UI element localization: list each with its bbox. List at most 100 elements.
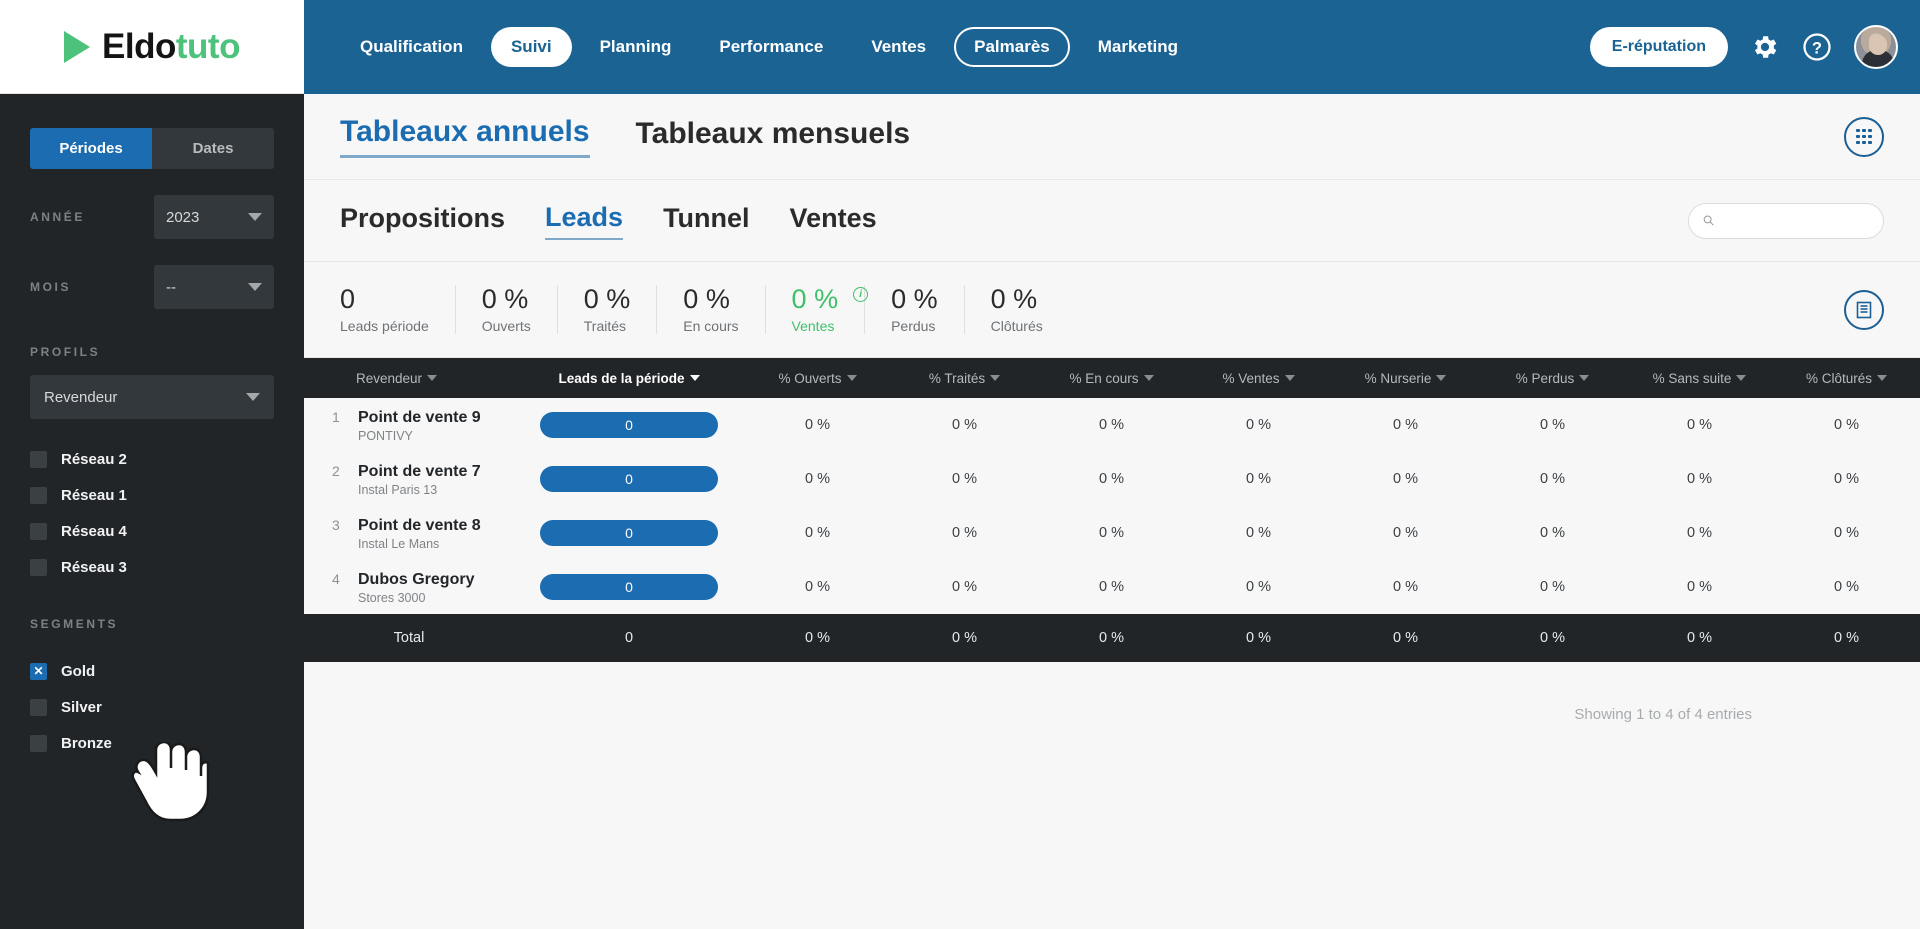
- sort-caret-icon: [1736, 374, 1747, 381]
- table-foot: Total 0 0 % 0 % 0 % 0 % 0 % 0 % 0 % 0 %: [304, 614, 1920, 662]
- kpi-value: 0 %: [481, 283, 529, 314]
- nav-item-marketing[interactable]: Marketing: [1078, 27, 1198, 67]
- cell-pct-ouverts: 0 %: [805, 471, 830, 487]
- row-name: Point de vente 9: [358, 408, 481, 426]
- table-header-row: Revendeur Leads de la période % Ouverts …: [304, 358, 1920, 398]
- th-pct-perdus[interactable]: % Perdus: [1479, 358, 1626, 398]
- th-label: % Traités: [928, 370, 986, 386]
- checkbox-box-checked[interactable]: ✕: [30, 662, 47, 680]
- cell-pct-ventes: 0 %: [1246, 471, 1271, 487]
- kpi-ouverts: 0 % Ouverts: [456, 283, 558, 335]
- tab-propositions[interactable]: Propositions: [340, 203, 505, 239]
- row-rank: 3: [332, 516, 340, 533]
- profil-select[interactable]: Revendeur: [30, 375, 274, 419]
- th-pct-clotures[interactable]: % Clôturés: [1773, 358, 1920, 398]
- nav-item-performance[interactable]: Performance: [699, 27, 843, 67]
- cell-pct-ventes: 0 %: [1246, 525, 1271, 541]
- search-input[interactable]: [1723, 213, 1869, 228]
- th-pct-ventes[interactable]: % Ventes: [1185, 358, 1332, 398]
- ereputation-button[interactable]: E-réputation: [1589, 27, 1728, 67]
- tab-tunnel[interactable]: Tunnel: [663, 203, 749, 239]
- kpi-label: Perdus: [891, 318, 936, 335]
- gear-icon[interactable]: [1750, 32, 1780, 62]
- cell-pct-sans-suite: 0 %: [1687, 579, 1712, 595]
- table-row[interactable]: 3 Point de vente 8 Instal Le Mans 0 0 % …: [304, 506, 1920, 560]
- tab-dates[interactable]: Dates: [152, 128, 274, 169]
- checkbox-box[interactable]: [30, 558, 47, 576]
- checkbox-box[interactable]: [30, 698, 47, 716]
- tab-tableaux-mensuels[interactable]: Tableaux mensuels: [636, 117, 911, 157]
- question-circle-icon[interactable]: ?: [1802, 32, 1832, 62]
- profil-value: Revendeur: [44, 388, 118, 406]
- user-avatar[interactable]: [1854, 25, 1898, 69]
- checkbox-reseau-3[interactable]: Réseau 3: [30, 549, 274, 585]
- cell-pct-ouverts: 0 %: [805, 525, 830, 541]
- checkbox-box[interactable]: [30, 522, 47, 540]
- cell-revendeur: 1 Point de vente 9 PONTIVY: [304, 398, 514, 452]
- table-row[interactable]: 4 Dubos Gregory Stores 3000 0 0 % 0 % 0 …: [304, 560, 1920, 614]
- cell-pct-clotures: 0 %: [1834, 525, 1859, 541]
- cell-pct-perdus: 0 %: [1540, 471, 1565, 487]
- sort-caret-icon: [427, 374, 438, 381]
- nav-item-ventes[interactable]: Ventes: [851, 27, 946, 67]
- th-pct-traites[interactable]: % Traités: [891, 358, 1038, 398]
- checkbox-reseau-4[interactable]: Réseau 4: [30, 513, 274, 549]
- checkbox-box[interactable]: [30, 450, 47, 468]
- checkbox-label: Bronze: [61, 734, 112, 752]
- sort-caret-icon: [1436, 374, 1447, 381]
- kpi-label: Ouverts: [481, 318, 531, 335]
- nav-item-qualification[interactable]: Qualification: [340, 27, 483, 67]
- cell-pct-en-cours: 0 %: [1099, 525, 1124, 541]
- nav-item-palmares[interactable]: Palmarès: [954, 27, 1070, 67]
- tab-ventes[interactable]: Ventes: [790, 203, 877, 239]
- kpi-value: 0 %: [583, 283, 631, 314]
- total-pct-clotures: 0 %: [1834, 630, 1859, 646]
- cell-pct-nurserie: 0 %: [1393, 471, 1418, 487]
- checkbox-box[interactable]: [30, 486, 47, 504]
- sidebar: Eldotuto Périodes Dates ANNÉE 2023 MOIS …: [0, 0, 304, 929]
- report-document-icon[interactable]: [1844, 289, 1884, 330]
- checkbox-reseau-1[interactable]: Réseau 1: [30, 477, 274, 513]
- total-pct-ventes: 0 %: [1246, 630, 1271, 646]
- cell-revendeur: 4 Dubos Gregory Stores 3000: [304, 560, 514, 614]
- th-pct-sans-suite[interactable]: % Sans suite: [1626, 358, 1773, 398]
- logo-text-primary: Eldo: [102, 26, 176, 66]
- search-box[interactable]: [1688, 202, 1884, 239]
- tab-periodes[interactable]: Périodes: [30, 128, 152, 169]
- logo-container[interactable]: Eldotuto: [0, 0, 304, 94]
- cell-pct-en-cours: 0 %: [1099, 417, 1124, 433]
- table-row[interactable]: 1 Point de vente 9 PONTIVY 0 0 % 0 % 0 %…: [304, 398, 1920, 452]
- tab-leads[interactable]: Leads: [545, 202, 624, 240]
- sort-caret-icon: [990, 374, 1001, 381]
- row-subtitle: Stores 3000: [358, 590, 426, 605]
- kpi-perdus: 0 % Perdus: [865, 284, 965, 335]
- sub-tabs-bar: Propositions Leads Tunnel Ventes: [304, 180, 1920, 262]
- mois-select[interactable]: --: [154, 265, 274, 309]
- th-pct-ouverts[interactable]: % Ouverts: [744, 358, 891, 398]
- primary-nav: Qualification Suivi Planning Performance…: [340, 27, 1590, 67]
- table-row[interactable]: 2 Point de vente 7 Instal Paris 13 0 0 %…: [304, 452, 1920, 506]
- sort-caret-icon: [1284, 374, 1295, 381]
- tab-tableaux-annuels[interactable]: Tableaux annuels: [340, 115, 590, 158]
- th-revendeur[interactable]: Revendeur: [304, 358, 514, 398]
- annee-select[interactable]: 2023: [154, 195, 274, 239]
- checkbox-silver[interactable]: Silver: [30, 689, 274, 725]
- th-label: % Nurserie: [1364, 370, 1432, 386]
- nav-item-suivi[interactable]: Suivi: [490, 27, 572, 67]
- apps-grid-icon[interactable]: [1844, 116, 1884, 157]
- leads-table: Revendeur Leads de la période % Ouverts …: [304, 358, 1920, 662]
- svg-text:?: ?: [1812, 39, 1822, 57]
- checkbox-box[interactable]: [30, 734, 47, 752]
- th-pct-nurserie[interactable]: % Nurserie: [1332, 358, 1479, 398]
- kpi-label: Traités: [583, 318, 627, 335]
- leads-bar: 0: [540, 574, 718, 600]
- th-leads-periode[interactable]: Leads de la période: [514, 358, 744, 398]
- row-rank: 1: [332, 408, 340, 425]
- nav-item-planning[interactable]: Planning: [580, 27, 692, 67]
- checkbox-gold[interactable]: ✕ Gold: [30, 653, 274, 689]
- cell-pct-traites: 0 %: [952, 525, 977, 541]
- cell-pct-clotures: 0 %: [1834, 417, 1859, 433]
- row-subtitle: Instal Paris 13: [358, 482, 438, 497]
- checkbox-reseau-2[interactable]: Réseau 2: [30, 441, 274, 477]
- th-pct-en-cours[interactable]: % En cours: [1038, 358, 1185, 398]
